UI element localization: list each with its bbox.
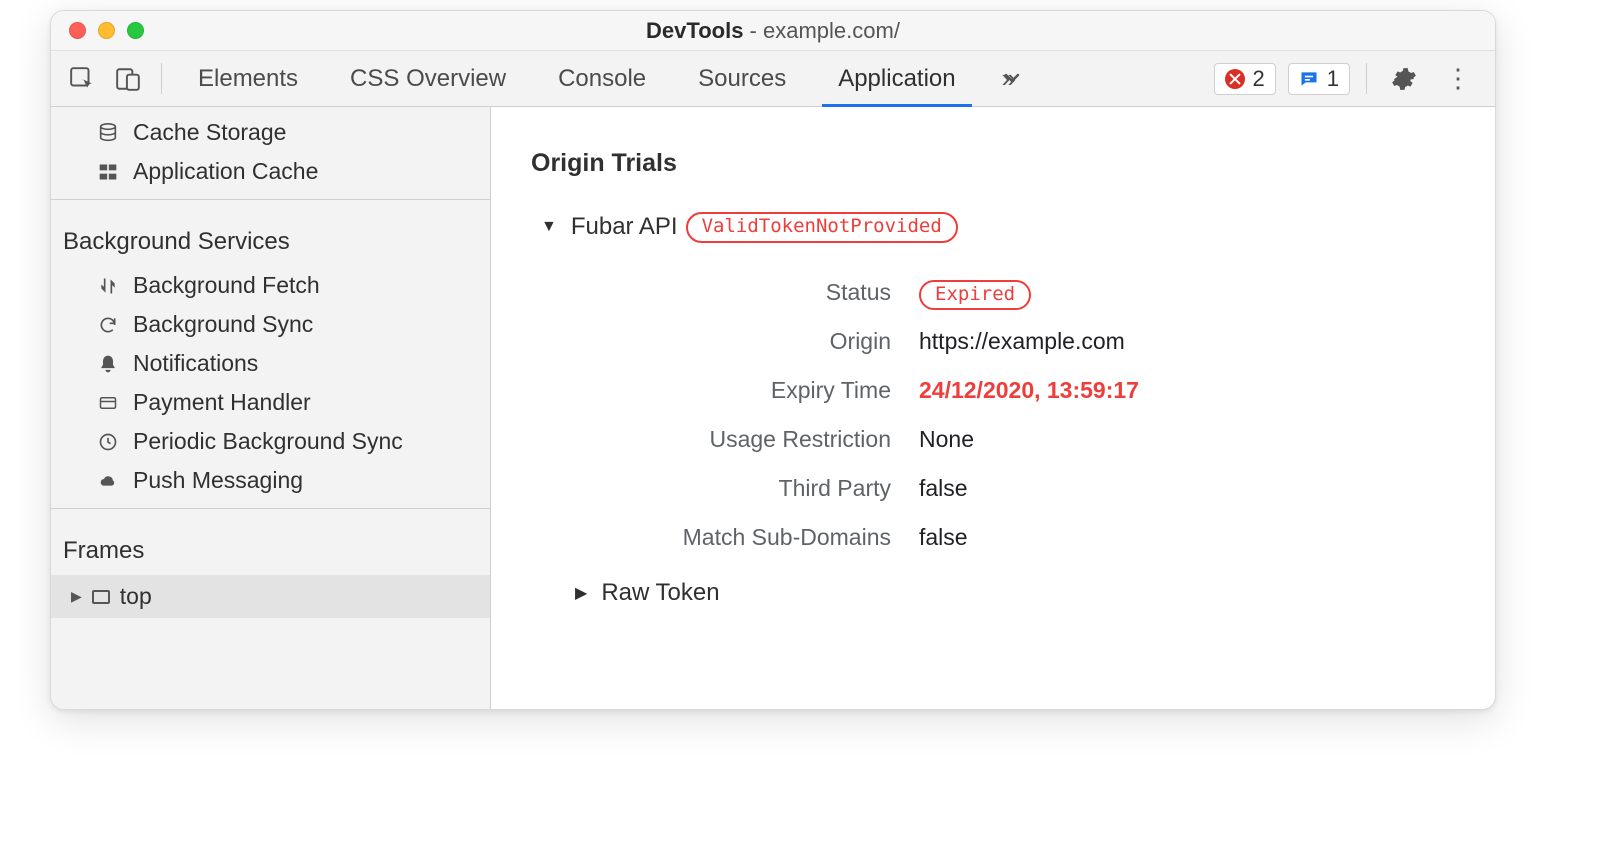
title-url: example.com/ (763, 18, 900, 43)
application-sidebar: Cache Storage Application Cache Backgrou… (51, 107, 491, 709)
sidebar-item-periodic-background-sync[interactable]: Periodic Background Sync (51, 422, 490, 461)
errors-count: 2 (1253, 66, 1265, 92)
tab-console[interactable]: Console (532, 51, 672, 106)
grid-icon (95, 162, 121, 182)
bell-icon (95, 354, 121, 374)
fetch-icon (95, 276, 121, 296)
database-icon (95, 122, 121, 144)
tab-css-overview[interactable]: CSS Overview (324, 51, 532, 106)
frame-icon (92, 590, 110, 604)
field-label-usage: Usage Restriction (591, 426, 891, 453)
panel-tabs: Elements CSS Overview Console Sources Ap… (172, 51, 982, 106)
sidebar-item-label: Notifications (133, 350, 258, 377)
toolbar-separator-2 (1366, 63, 1367, 94)
section-title: Origin Trials (531, 149, 1467, 178)
clock-icon (95, 432, 121, 452)
sidebar-item-label: Push Messaging (133, 467, 303, 494)
origin-trial-row[interactable]: ▼ Fubar API ValidTokenNotProvided (541, 212, 1467, 243)
raw-token-label: Raw Token (601, 579, 719, 607)
sidebar-divider-2 (51, 508, 490, 509)
more-options-button[interactable]: ⋮ (1431, 51, 1487, 106)
disclosure-triangle-icon[interactable]: ▶ (71, 588, 82, 605)
sidebar-item-cache-storage[interactable]: Cache Storage (51, 113, 490, 152)
sidebar-heading-background-services: Background Services (51, 208, 490, 266)
sidebar-item-application-cache[interactable]: Application Cache (51, 152, 490, 191)
sidebar-heading-frames: Frames (51, 517, 490, 575)
inspect-element-button[interactable] (59, 51, 105, 106)
trial-status-chip: ValidTokenNotProvided (686, 212, 958, 243)
sidebar-item-background-fetch[interactable]: Background Fetch (51, 266, 490, 305)
toolbar-separator (161, 63, 162, 94)
toggle-device-toolbar-button[interactable] (105, 51, 151, 106)
credit-card-icon (95, 394, 121, 412)
field-label-third-party: Third Party (591, 475, 891, 502)
close-window-button[interactable] (69, 22, 86, 39)
tab-application[interactable]: Application (812, 51, 981, 106)
sidebar-item-label: Payment Handler (133, 389, 311, 416)
sync-icon (95, 315, 121, 335)
sidebar-item-label: Background Sync (133, 311, 313, 338)
sidebar-item-push-messaging[interactable]: Push Messaging (51, 461, 490, 500)
sidebar-item-notifications[interactable]: Notifications (51, 344, 490, 383)
field-label-origin: Origin (591, 328, 891, 355)
sidebar-item-label: Application Cache (133, 158, 318, 185)
window-title: DevTools - example.com/ (51, 18, 1495, 44)
main-panel: Origin Trials ▼ Fubar API ValidTokenNotP… (491, 107, 1495, 709)
devtools-toolbar: Elements CSS Overview Console Sources Ap… (51, 51, 1495, 107)
field-value-origin: https://example.com (919, 328, 1467, 355)
sidebar-item-label: Cache Storage (133, 119, 286, 146)
issues-count: 1 (1327, 66, 1339, 92)
sidebar-item-frame-top[interactable]: ▶ top (51, 575, 490, 618)
sidebar-divider (51, 199, 490, 200)
titlebar: DevTools - example.com/ (51, 11, 1495, 51)
title-app: DevTools (646, 18, 743, 43)
field-value-expiry: 24/12/2020, 13:59:17 (919, 377, 1467, 404)
sidebar-item-background-sync[interactable]: Background Sync (51, 305, 490, 344)
title-sep: - (743, 18, 763, 43)
trial-name: Fubar API (571, 213, 678, 241)
sidebar-item-label: Periodic Background Sync (133, 428, 403, 455)
error-icon (1225, 69, 1245, 89)
devtools-window: DevTools - example.com/ Elements CSS Ove… (50, 10, 1496, 710)
cloud-icon (95, 473, 121, 489)
field-label-status: Status (591, 279, 891, 306)
zoom-window-button[interactable] (127, 22, 144, 39)
status-badges: 2 1 (1214, 51, 1357, 106)
more-tabs-button[interactable]: » (982, 51, 1034, 106)
errors-badge[interactable]: 2 (1214, 63, 1276, 95)
field-value-status: Expired (919, 279, 1467, 306)
tab-sources[interactable]: Sources (672, 51, 812, 106)
field-value-third-party: false (919, 475, 1467, 502)
settings-button[interactable] (1377, 51, 1431, 106)
disclosure-triangle-icon[interactable]: ▶ (575, 583, 587, 603)
disclosure-triangle-icon[interactable]: ▼ (541, 218, 557, 236)
trial-details: Status Expired Origin https://example.co… (591, 279, 1467, 551)
raw-token-row[interactable]: ▶ Raw Token (575, 579, 1467, 607)
issues-badge[interactable]: 1 (1288, 63, 1350, 95)
field-label-expiry: Expiry Time (591, 377, 891, 404)
tab-elements[interactable]: Elements (172, 51, 324, 106)
field-value-usage: None (919, 426, 1467, 453)
field-value-sub-domains: false (919, 524, 1467, 551)
window-controls (69, 22, 144, 39)
field-label-sub-domains: Match Sub-Domains (591, 524, 891, 551)
minimize-window-button[interactable] (98, 22, 115, 39)
sidebar-item-label: Background Fetch (133, 272, 320, 299)
issues-icon (1299, 69, 1319, 89)
sidebar-item-payment-handler[interactable]: Payment Handler (51, 383, 490, 422)
frame-label: top (120, 583, 152, 610)
status-chip: Expired (919, 280, 1031, 310)
